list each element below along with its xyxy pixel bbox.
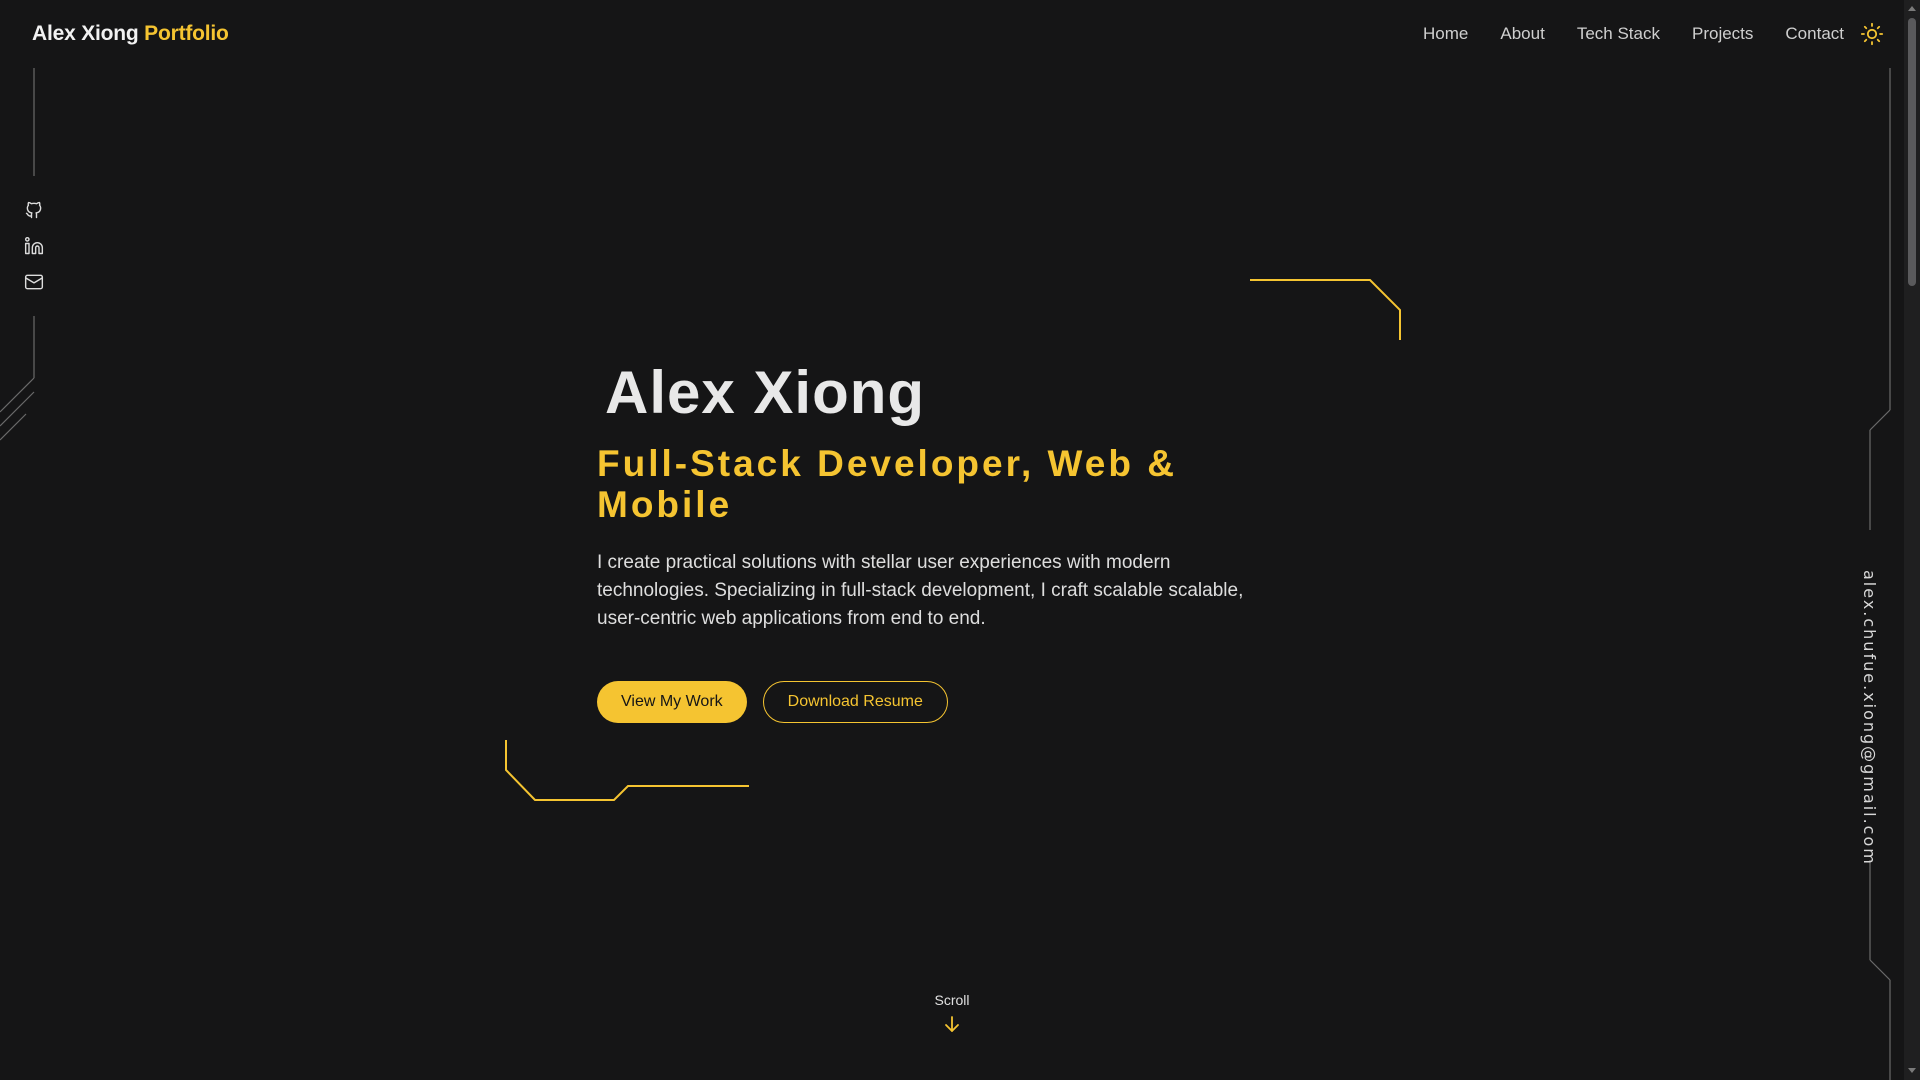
linkedin-link[interactable] [22,234,46,258]
github-link[interactable] [22,198,46,222]
scroll-label: Scroll [934,992,970,1008]
github-icon [25,201,42,219]
theme-toggle-button[interactable] [1858,20,1886,48]
page: Alex Xiong Portfolio Home About Tech Sta… [0,0,1920,1080]
hero-role: Full-Stack Developer, Web & Mobile [597,443,1177,525]
mail-icon [24,274,44,290]
scroll-up-arrow[interactable] [1908,6,1916,11]
linkedin-icon [24,236,44,255]
scroll-down-arrow[interactable] [1908,1068,1916,1073]
nav-about[interactable]: About [1500,24,1544,44]
download-resume-button[interactable]: Download Resume [762,681,948,723]
email-link[interactable] [22,270,46,294]
nav-tech-stack[interactable]: Tech Stack [1577,24,1660,44]
scroll-indicator[interactable]: Scroll [922,992,982,1039]
arrow-down-icon [945,1016,959,1032]
site-logo[interactable]: Alex Xiong Portfolio [32,22,229,46]
brand-accent: Portfolio [144,22,229,45]
side-email-link[interactable]: alex.chufue.xiong@gmail.com [1860,570,1879,866]
hero-actions: View My Work Download Resume [597,681,1297,723]
scrollbar-thumb[interactable] [1908,18,1916,286]
nav-projects[interactable]: Projects [1692,24,1753,44]
main-nav: Home About Tech Stack Projects Contact [1423,20,1844,48]
sun-icon [1860,22,1884,46]
hero-description: I create practical solutions with stella… [597,552,1244,629]
hero-section: Alex Xiong Full-Stack Developer, Web & M… [597,355,1297,723]
nav-contact[interactable]: Contact [1785,24,1844,44]
page-scrollbar[interactable] [1904,0,1920,1080]
hero-name: Alex Xiong [605,359,926,426]
view-my-work-button[interactable]: View My Work [597,681,747,723]
nav-home[interactable]: Home [1423,24,1468,44]
brand-name: Alex Xiong [32,22,139,45]
